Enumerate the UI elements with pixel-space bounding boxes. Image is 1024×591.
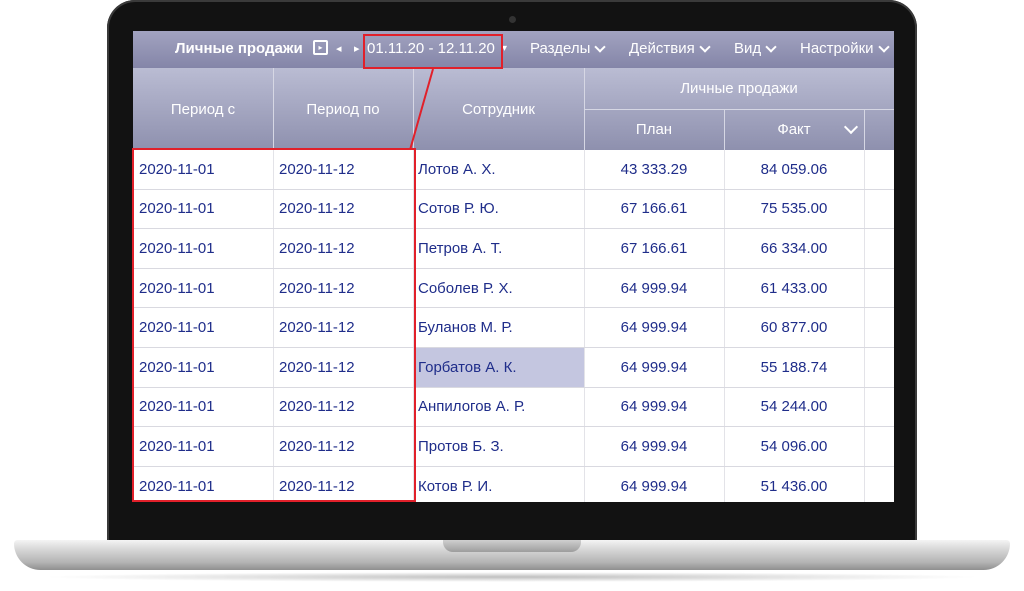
cell-fact[interactable]: 61 433.00 bbox=[724, 269, 864, 308]
cell-employee[interactable]: Сотов Р. Ю. bbox=[416, 190, 584, 229]
header-period-to[interactable]: Период по bbox=[273, 68, 413, 150]
column-divider bbox=[584, 189, 585, 229]
header-divider bbox=[273, 68, 274, 150]
cell-plan[interactable]: 64 999.94 bbox=[584, 388, 724, 427]
prev-period-icon[interactable]: ◂ bbox=[336, 42, 342, 55]
column-divider bbox=[724, 150, 725, 189]
camera-icon bbox=[509, 16, 516, 23]
header-group-personal-sales: Личные продажи bbox=[680, 80, 798, 97]
chevron-down-icon bbox=[877, 40, 890, 53]
column-divider bbox=[724, 387, 725, 427]
column-divider bbox=[584, 150, 585, 189]
column-divider bbox=[864, 387, 865, 427]
cell-fact[interactable]: 66 334.00 bbox=[724, 229, 864, 268]
column-divider bbox=[584, 347, 585, 387]
column-divider bbox=[864, 150, 865, 189]
calendar-icon[interactable]: ▸ bbox=[313, 40, 328, 55]
column-divider bbox=[584, 427, 585, 466]
header-period-from[interactable]: Период с bbox=[133, 68, 273, 150]
cell-fact[interactable]: 60 877.00 bbox=[724, 308, 864, 347]
menu-settings-label: Настройки bbox=[800, 40, 874, 57]
laptop-shadow bbox=[40, 572, 984, 582]
cell-fact[interactable]: 75 535.00 bbox=[724, 190, 864, 229]
column-divider bbox=[584, 268, 585, 308]
header-divider bbox=[724, 109, 725, 150]
header-divider bbox=[584, 109, 894, 110]
column-divider bbox=[724, 347, 725, 387]
cell-plan[interactable]: 43 333.29 bbox=[584, 150, 724, 189]
column-divider bbox=[864, 427, 865, 466]
cell-employee[interactable]: Котов Р. И. bbox=[416, 467, 584, 502]
cell-fact[interactable]: 54 244.00 bbox=[724, 388, 864, 427]
column-divider bbox=[724, 189, 725, 229]
chevron-down-icon bbox=[594, 40, 607, 53]
cell-plan[interactable]: 64 999.94 bbox=[584, 467, 724, 502]
report-title: Личные продажи bbox=[175, 40, 303, 57]
menu-actions[interactable]: Действия bbox=[629, 40, 711, 57]
menu-view[interactable]: Вид bbox=[734, 40, 777, 57]
cell-plan[interactable]: 64 999.94 bbox=[584, 427, 724, 466]
cell-employee[interactable]: Протов Б. З. bbox=[416, 427, 584, 466]
column-divider bbox=[584, 229, 585, 268]
column-divider bbox=[584, 387, 585, 427]
cell-employee[interactable]: Петров А. Т. bbox=[416, 229, 584, 268]
toolbar: Личные продажи ▸ ◂ ▸ 01.11.20 - 12.11.20… bbox=[133, 31, 894, 68]
cell-fact[interactable]: 51 436.00 bbox=[724, 467, 864, 502]
cell-fact[interactable]: 84 059.06 bbox=[724, 150, 864, 189]
column-divider bbox=[724, 229, 725, 268]
header-fact[interactable]: Факт bbox=[724, 109, 864, 150]
cell-employee[interactable]: Горбатов А. К. bbox=[416, 347, 584, 387]
header-employee[interactable]: Сотрудник bbox=[413, 68, 584, 150]
header-plan[interactable]: План bbox=[584, 109, 724, 150]
column-divider bbox=[724, 427, 725, 466]
cell-plan[interactable]: 64 999.94 bbox=[584, 269, 724, 308]
cell-plan[interactable]: 64 999.94 bbox=[584, 348, 724, 387]
cell-employee[interactable]: Буланов М. Р. bbox=[416, 308, 584, 347]
cell-plan[interactable]: 64 999.94 bbox=[584, 308, 724, 347]
menu-view-label: Вид bbox=[734, 40, 762, 57]
column-divider bbox=[584, 466, 585, 502]
column-divider bbox=[724, 268, 725, 308]
cell-employee[interactable]: Лотов А. Х. bbox=[416, 150, 584, 189]
header-divider bbox=[864, 109, 865, 150]
next-period-icon[interactable]: ▸ bbox=[354, 42, 360, 55]
cell-fact[interactable]: 54 096.00 bbox=[724, 427, 864, 466]
cell-employee[interactable]: Соболев Р. Х. bbox=[416, 269, 584, 308]
table-header: Период с Период по Сотрудник Личные прод… bbox=[133, 68, 894, 150]
cell-employee[interactable]: Анпилогов А. Р. bbox=[416, 388, 584, 427]
highlight-period-box bbox=[363, 34, 503, 69]
menu-sections-label: Разделы bbox=[530, 40, 591, 57]
chevron-down-icon bbox=[765, 40, 777, 53]
column-divider bbox=[864, 347, 865, 387]
cell-plan[interactable]: 67 166.61 bbox=[584, 190, 724, 229]
cell-plan[interactable]: 67 166.61 bbox=[584, 229, 724, 268]
column-divider bbox=[724, 466, 725, 502]
column-divider bbox=[864, 229, 865, 268]
column-divider bbox=[864, 268, 865, 308]
column-divider bbox=[724, 308, 725, 347]
cell-fact[interactable]: 55 188.74 bbox=[724, 348, 864, 387]
column-divider bbox=[864, 466, 865, 502]
menu-sections[interactable]: Разделы bbox=[530, 40, 607, 57]
chevron-down-icon bbox=[699, 40, 711, 53]
highlight-columns-box bbox=[132, 148, 416, 502]
laptop-base-notch bbox=[443, 540, 581, 552]
column-divider bbox=[864, 308, 865, 347]
menu-settings[interactable]: Настройки bbox=[800, 40, 890, 57]
menu-actions-label: Действия bbox=[629, 40, 695, 57]
column-divider bbox=[584, 308, 585, 347]
column-divider bbox=[864, 189, 865, 229]
